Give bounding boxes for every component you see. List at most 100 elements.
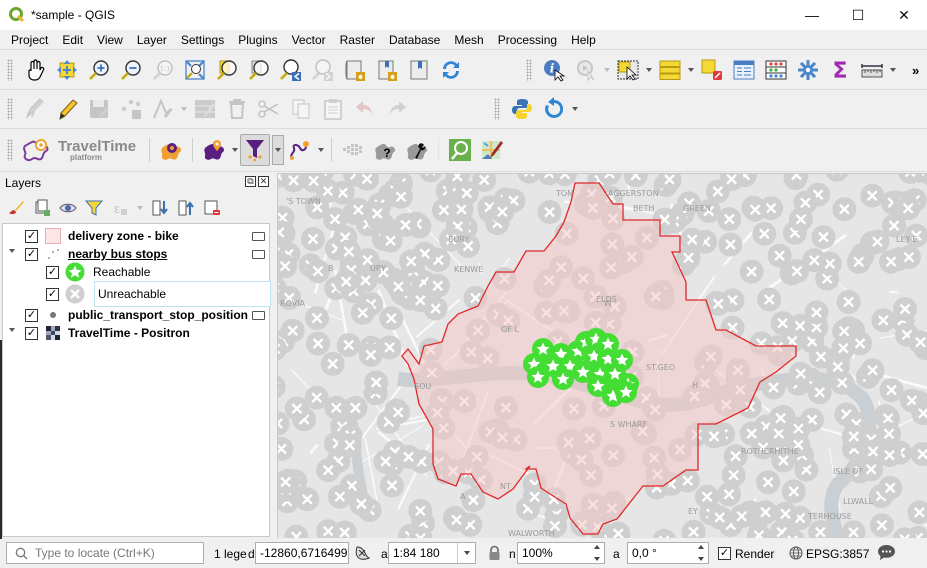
select-features-dropdown[interactable] xyxy=(644,60,654,80)
lock-scale-icon[interactable] xyxy=(488,545,501,561)
undo-button[interactable] xyxy=(349,93,381,125)
select-features-button[interactable] xyxy=(612,54,644,86)
maximize-button[interactable]: ☐ xyxy=(835,0,881,30)
statistical-summary-button[interactable]: Σ xyxy=(824,54,856,86)
render-checkbox[interactable]: ✓ xyxy=(718,547,731,560)
zoom-out-button[interactable] xyxy=(115,54,147,86)
close-button[interactable]: ✕ xyxy=(881,0,927,30)
traveltime-logo[interactable]: TravelTime platform xyxy=(21,136,136,164)
expand-all-button[interactable] xyxy=(149,197,171,219)
menu-settings[interactable]: Settings xyxy=(174,33,231,47)
time-filter-button[interactable] xyxy=(240,134,271,166)
zoom-last-button[interactable] xyxy=(275,54,307,86)
category-visibility-checkbox[interactable]: ✓ xyxy=(46,265,59,279)
layer-visibility-checkbox[interactable]: ✓ xyxy=(25,308,38,322)
toggle-editing-button[interactable] xyxy=(51,93,83,125)
copy-features-button[interactable] xyxy=(285,93,317,125)
scale-combobox[interactable]: 1:84 180 xyxy=(388,542,476,564)
add-group-button[interactable] xyxy=(31,197,53,219)
menu-vector[interactable]: Vector xyxy=(285,33,333,47)
float-panel-button[interactable]: ⧉ xyxy=(245,176,256,187)
legend-item-unreachable[interactable]: ✓ Unreachable xyxy=(46,281,271,307)
zoom-to-layer-button[interactable] xyxy=(243,54,275,86)
legend-item-reachable[interactable]: ✓ Reachable xyxy=(46,262,269,282)
close-panel-button[interactable]: ✕ xyxy=(258,176,269,187)
geocoding-search-button[interactable] xyxy=(444,134,476,166)
layer-visibility-checkbox[interactable]: ✓ xyxy=(25,326,38,340)
show-spatial-bookmarks-button[interactable]: ✸ xyxy=(371,54,403,86)
zoom-native-button[interactable]: 1:1 xyxy=(147,54,179,86)
time-map-dropdown[interactable] xyxy=(230,140,240,160)
menu-mesh[interactable]: Mesh xyxy=(447,33,490,47)
menu-database[interactable]: Database xyxy=(382,33,447,47)
open-field-calculator-button[interactable] xyxy=(760,54,792,86)
measure-dropdown[interactable] xyxy=(888,60,898,80)
zoom-full-button[interactable] xyxy=(179,54,211,86)
zoom-to-selection-button[interactable] xyxy=(211,54,243,86)
toolbar-grip[interactable] xyxy=(7,59,13,81)
menu-layer[interactable]: Layer xyxy=(130,33,174,47)
coordinate-field[interactable]: -12860,6716499 xyxy=(255,542,349,564)
menu-project[interactable]: Project xyxy=(4,33,55,47)
tools-button[interactable] xyxy=(401,134,433,166)
routes-button[interactable] xyxy=(284,134,316,166)
crs-button[interactable]: EPSG:3857 xyxy=(806,547,869,561)
zoom-in-button[interactable] xyxy=(83,54,115,86)
current-edits-button[interactable] xyxy=(19,93,51,125)
python-console-button[interactable] xyxy=(506,93,538,125)
layer-visibility-checkbox[interactable]: ✓ xyxy=(25,229,38,243)
cut-features-button[interactable] xyxy=(253,93,285,125)
layer-item-public-transport-stop-position[interactable]: ✓ public_transport_stop_position xyxy=(25,306,269,324)
new-spatial-bookmark-button[interactable]: ✸ xyxy=(339,54,371,86)
time-map-button[interactable] xyxy=(198,134,230,166)
expand-toggle-icon[interactable] xyxy=(9,248,17,256)
deselect-features-button[interactable] xyxy=(696,54,728,86)
vertex-tool-button[interactable] xyxy=(147,93,179,125)
geohash-button[interactable] xyxy=(337,134,369,166)
toolbar-grip[interactable] xyxy=(526,59,532,81)
modify-attributes-button[interactable] xyxy=(189,93,221,125)
toolbox-button[interactable] xyxy=(792,54,824,86)
paste-features-button[interactable] xyxy=(317,93,349,125)
toolbar-grip[interactable] xyxy=(7,139,13,161)
manage-visibility-button[interactable] xyxy=(57,197,79,219)
select-by-value-button[interactable] xyxy=(654,54,686,86)
open-attribute-table-button[interactable] xyxy=(728,54,760,86)
scale-dropdown-button[interactable] xyxy=(457,543,475,563)
menu-raster[interactable]: Raster xyxy=(333,33,382,47)
rotation-spinner[interactable] xyxy=(696,545,706,561)
remove-layer-button[interactable] xyxy=(201,197,223,219)
update-plugin-button[interactable] xyxy=(538,93,570,125)
layer-item-traveltime-positron[interactable]: ✓ TravelTime - Positron xyxy=(25,324,269,342)
run-feature-action-dropdown[interactable] xyxy=(602,60,612,80)
menu-plugins[interactable]: Plugins xyxy=(231,33,284,47)
magnifier-spinner[interactable] xyxy=(592,545,602,561)
layer-tree[interactable]: ✓ delivery zone - bike ✓ nearby bus stop… xyxy=(2,223,271,537)
locator-search-input[interactable]: Type to locate (Ctrl+K) xyxy=(6,542,204,564)
magnifier-spinbox[interactable]: 100% xyxy=(517,542,605,564)
identify-features-button[interactable]: i xyxy=(538,54,570,86)
menu-processing[interactable]: Processing xyxy=(491,33,564,47)
vertex-tool-dropdown[interactable] xyxy=(179,99,189,119)
menu-view[interactable]: View xyxy=(90,33,130,47)
refresh-button[interactable] xyxy=(435,54,467,86)
measure-line-button[interactable] xyxy=(856,54,888,86)
menu-help[interactable]: Help xyxy=(564,33,603,47)
layer-item-delivery-zone[interactable]: ✓ delivery zone - bike xyxy=(25,227,269,245)
minimize-button[interactable]: — xyxy=(789,0,835,30)
expand-toggle-icon[interactable] xyxy=(9,327,17,335)
show-bookmarks-button[interactable] xyxy=(403,54,435,86)
delete-selected-button[interactable] xyxy=(221,93,253,125)
filter-legend-button[interactable] xyxy=(83,197,105,219)
layer-item-nearby-bus-stops[interactable]: ✓ nearby bus stops xyxy=(25,245,269,263)
category-visibility-checkbox[interactable]: ✓ xyxy=(46,287,59,301)
map-tile-edit-button[interactable] xyxy=(476,134,508,166)
filter-expression-button[interactable]: ε xyxy=(109,197,131,219)
zoom-next-button[interactable] xyxy=(307,54,339,86)
messages-icon[interactable] xyxy=(877,544,896,561)
toolbar-grip[interactable] xyxy=(7,98,13,120)
toolbar-grip[interactable] xyxy=(494,98,500,120)
layer-visibility-checkbox[interactable]: ✓ xyxy=(25,247,38,261)
redo-button[interactable] xyxy=(381,93,413,125)
filter-expression-dropdown[interactable] xyxy=(135,198,145,218)
